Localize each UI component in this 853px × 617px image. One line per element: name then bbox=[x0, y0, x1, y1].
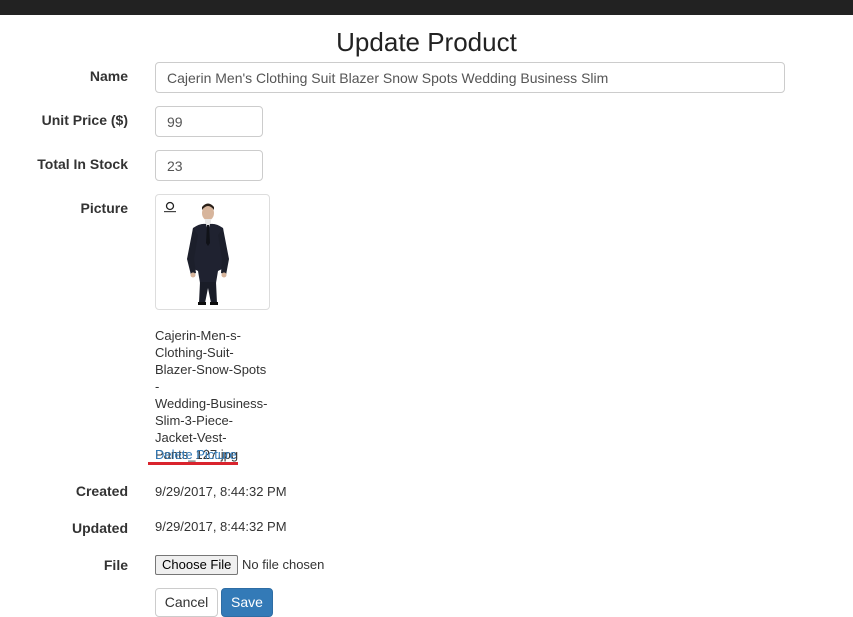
product-picture-thumbnail bbox=[155, 194, 270, 310]
suit-photo-icon bbox=[164, 201, 229, 305]
picture-label: Picture bbox=[80, 200, 128, 216]
save-button[interactable]: Save bbox=[221, 588, 273, 617]
updated-value: 9/29/2017, 8:44:32 PM bbox=[155, 519, 287, 534]
filename-line: Jacket-Vest- bbox=[155, 430, 227, 445]
total-in-stock-input[interactable]: 23 bbox=[155, 150, 263, 181]
delete-picture-link[interactable]: Delete Picture bbox=[155, 447, 237, 463]
filename-line: Clothing-Suit- bbox=[155, 345, 234, 360]
page-title: Update Product bbox=[336, 27, 517, 57]
created-value: 9/29/2017, 8:44:32 PM bbox=[155, 484, 287, 499]
cancel-button[interactable]: Cancel bbox=[155, 588, 218, 617]
updated-label: Updated bbox=[72, 520, 128, 536]
file-label: File bbox=[103, 557, 128, 573]
name-label: Name bbox=[89, 68, 128, 84]
name-input[interactable]: Cajerin Men's Clothing Suit Blazer Snow … bbox=[155, 62, 785, 93]
picture-filename: Cajerin-Men-s- Clothing-Suit- Blazer-Sno… bbox=[155, 327, 270, 463]
no-file-chosen-text: No file chosen bbox=[242, 557, 325, 572]
filename-line: Wedding-Business- bbox=[155, 396, 268, 411]
unit-price-input[interactable]: 99 bbox=[155, 106, 263, 137]
filename-line: Slim-3-Piece- bbox=[155, 413, 234, 428]
top-navbar bbox=[0, 0, 853, 15]
total-in-stock-label: Total In Stock bbox=[37, 156, 128, 172]
filename-line: Cajerin-Men-s- bbox=[155, 328, 241, 343]
filename-line: Blazer-Snow-Spots- bbox=[155, 362, 267, 394]
choose-file-button[interactable]: Choose File bbox=[155, 555, 239, 575]
unit-price-label: Unit Price ($) bbox=[41, 112, 128, 128]
created-label: Created bbox=[75, 483, 128, 499]
annotation-underline bbox=[148, 462, 238, 465]
